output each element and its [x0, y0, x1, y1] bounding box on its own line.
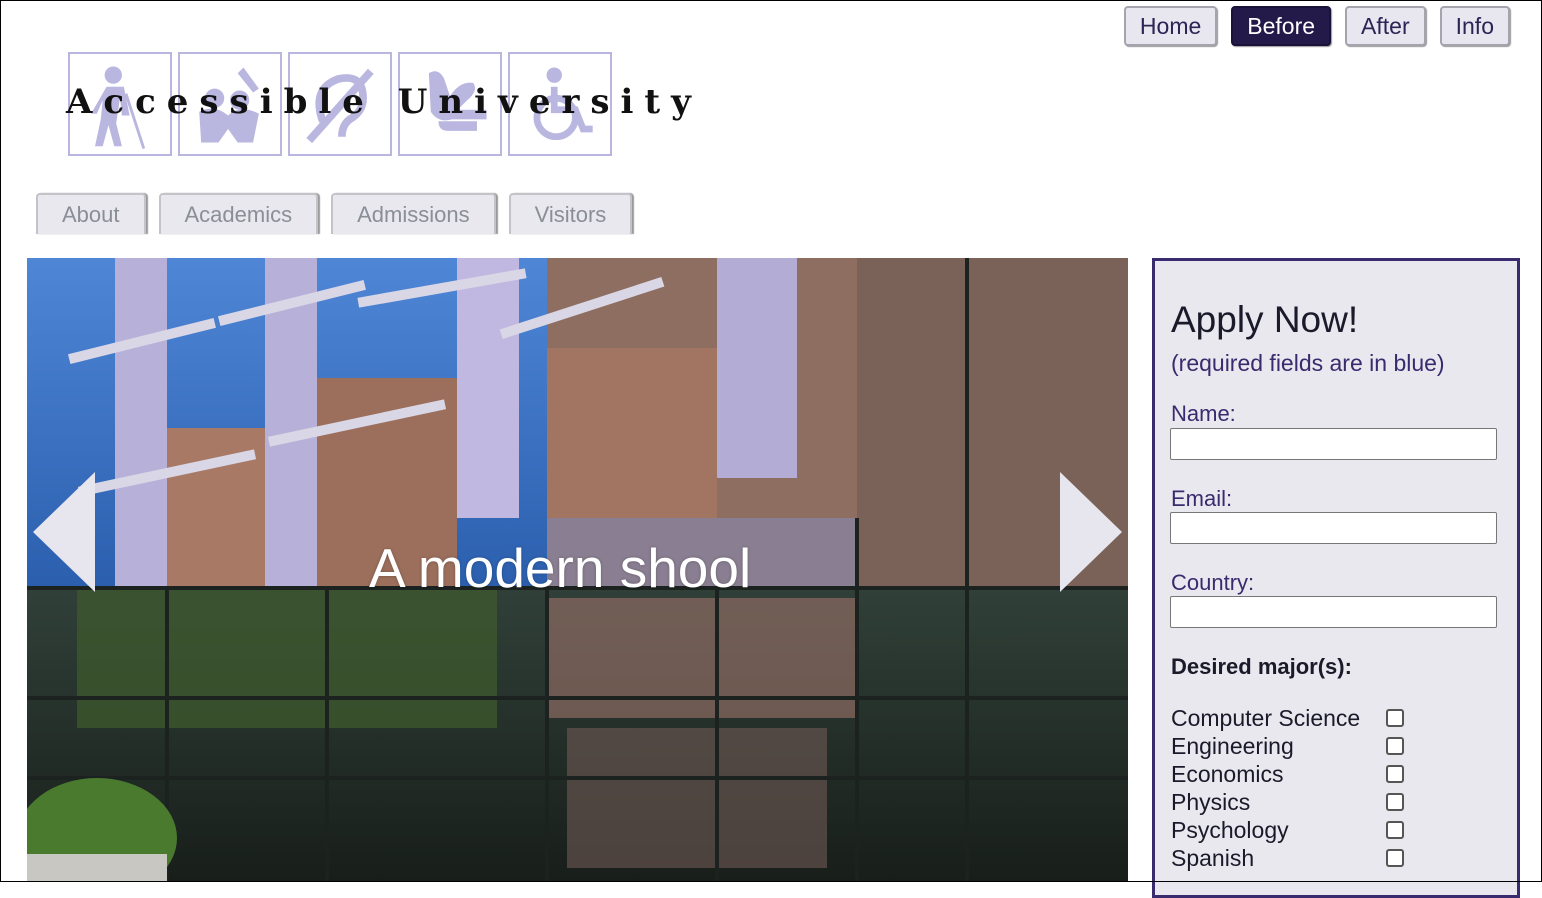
nav-home-button[interactable]: Home — [1123, 6, 1218, 46]
image-carousel: A modern shool — [27, 258, 1128, 882]
major-label: Computer Science — [1171, 705, 1361, 731]
major-checkbox-spanish[interactable] — [1386, 849, 1404, 867]
previous-slide-button[interactable] — [33, 472, 95, 592]
major-item: Economics — [1171, 761, 1411, 789]
major-checkbox-computer-science[interactable] — [1386, 709, 1404, 727]
major-label: Psychology — [1171, 817, 1289, 843]
major-item: Spanish — [1171, 845, 1411, 873]
email-label: Email: — [1171, 486, 1233, 511]
major-label: Economics — [1171, 761, 1284, 787]
major-label: Spanish — [1171, 845, 1255, 871]
name-input[interactable] — [1170, 428, 1497, 460]
name-label: Name: — [1171, 401, 1236, 426]
major-checkbox-psychology[interactable] — [1386, 821, 1404, 839]
logo-text: Accessible University — [66, 82, 702, 122]
majors-title: Desired major(s): — [1171, 654, 1352, 679]
major-item: Computer Science — [1171, 705, 1411, 733]
major-item: Psychology — [1171, 817, 1411, 845]
country-label: Country: — [1171, 570, 1255, 595]
major-item: Engineering — [1171, 733, 1411, 761]
nav-after-button[interactable]: After — [1345, 6, 1426, 46]
section-tabs: About Academics Admissions Visitors — [36, 193, 633, 234]
email-input[interactable] — [1170, 512, 1497, 544]
major-checkbox-engineering[interactable] — [1386, 737, 1404, 755]
nav-info-button[interactable]: Info — [1439, 6, 1510, 46]
site-logo[interactable]: Accessible University — [66, 52, 691, 160]
required-note: (required fields are in blue) — [1171, 350, 1445, 376]
major-label: Engineering — [1171, 733, 1294, 759]
major-label: Physics — [1171, 789, 1251, 815]
carousel-caption: A modern shool — [369, 537, 752, 599]
major-item: Physics — [1171, 789, 1411, 817]
major-checkbox-physics[interactable] — [1386, 793, 1404, 811]
next-slide-button[interactable] — [1060, 472, 1122, 592]
top-nav: Home Before After Info — [1123, 6, 1510, 46]
tab-academics[interactable]: Academics — [158, 193, 319, 234]
country-input[interactable] — [1170, 596, 1497, 628]
tab-about[interactable]: About — [36, 193, 146, 234]
tab-admissions[interactable]: Admissions — [331, 193, 496, 234]
right-arrow-icon — [1060, 472, 1122, 592]
left-arrow-icon — [33, 472, 95, 592]
nav-before-button[interactable]: Before — [1231, 6, 1332, 46]
apply-form: Apply Now! (required fields are in blue)… — [1152, 258, 1520, 898]
major-checkbox-economics[interactable] — [1386, 765, 1404, 783]
tab-visitors[interactable]: Visitors — [508, 193, 633, 234]
apply-title: Apply Now! — [1171, 299, 1359, 340]
